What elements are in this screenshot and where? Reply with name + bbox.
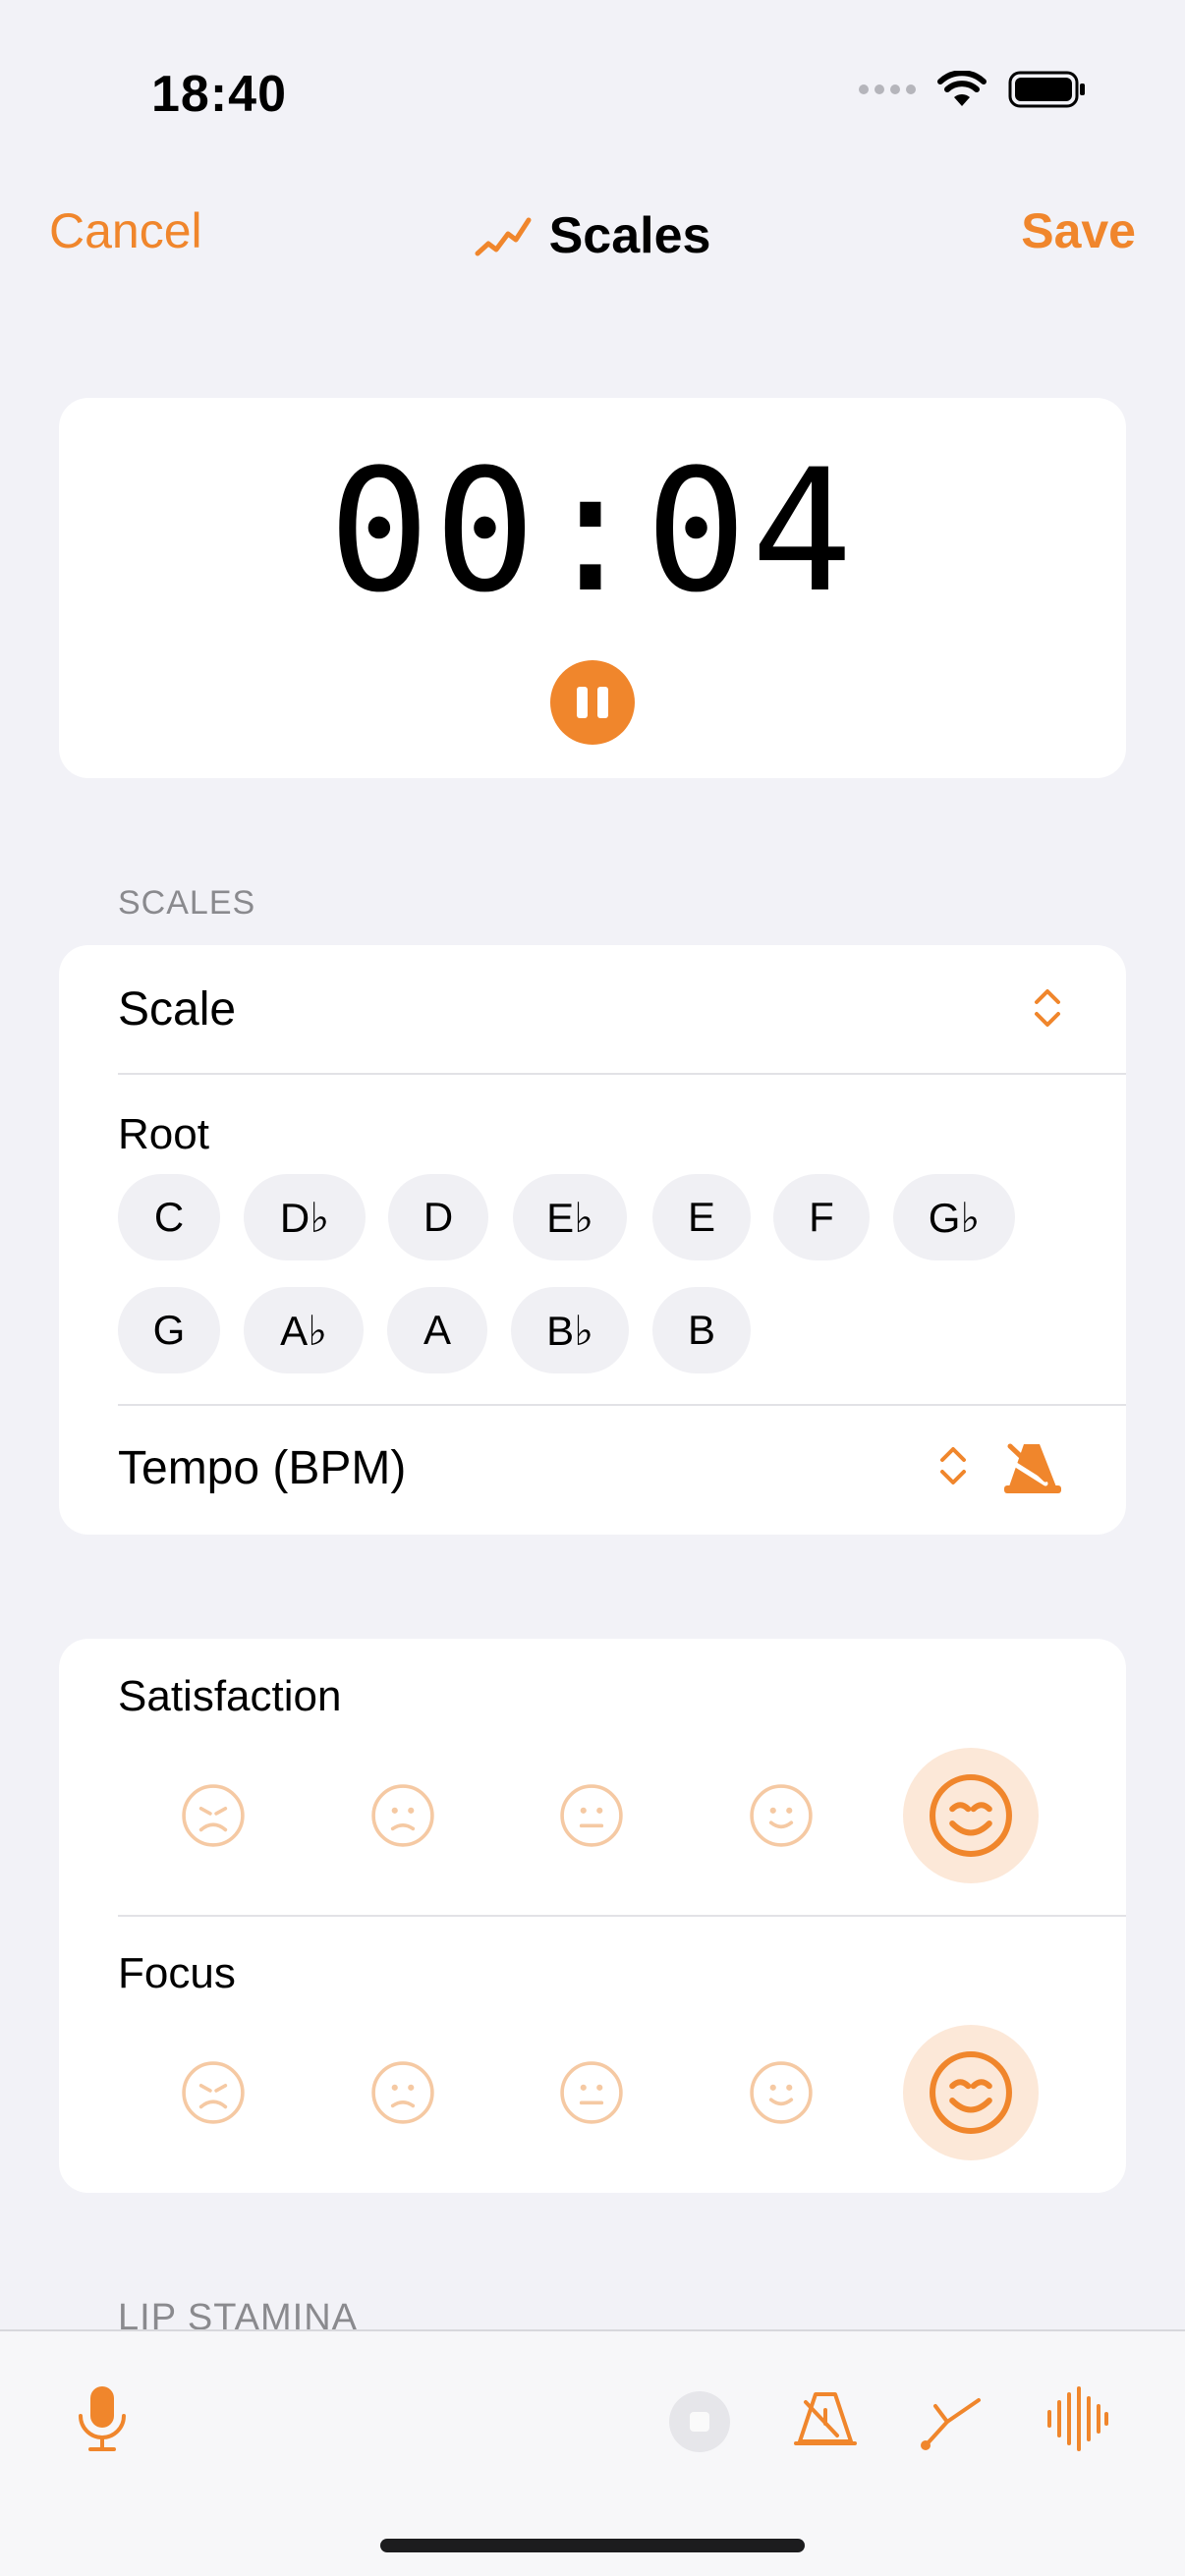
save-button[interactable]: Save xyxy=(1021,202,1136,259)
divider xyxy=(118,1404,1126,1406)
satisfaction-angry-face-icon[interactable] xyxy=(145,1748,281,1883)
home-indicator xyxy=(380,2539,805,2552)
battery-icon xyxy=(1008,71,1085,108)
status-time: 18:40 xyxy=(151,66,287,123)
focus-angry-face-icon[interactable] xyxy=(145,2025,281,2160)
divider xyxy=(118,1073,1126,1075)
chevron-up-down-icon[interactable] xyxy=(935,1442,971,1489)
section-header-scales: SCALES xyxy=(118,884,256,922)
focus-frown-face-icon[interactable] xyxy=(335,2025,471,2160)
wifi-icon xyxy=(937,71,987,106)
status-icons xyxy=(859,71,1087,108)
timer-display: 00:04 xyxy=(328,432,857,630)
satisfaction-label: Satisfaction xyxy=(118,1672,342,1720)
nav-title: Scales xyxy=(0,206,1185,265)
cellular-signal-icon xyxy=(859,84,916,94)
root-chip-bb[interactable]: B♭ xyxy=(511,1287,629,1373)
root-chip-e[interactable]: E xyxy=(652,1174,751,1260)
root-chip-d[interactable]: D xyxy=(388,1174,488,1260)
tempo-label[interactable]: Tempo (BPM) xyxy=(118,1441,406,1495)
chart-line-icon xyxy=(475,217,532,256)
pause-icon xyxy=(577,687,588,718)
focus-happy-face-icon[interactable] xyxy=(903,2025,1039,2160)
mood-card: Satisfaction Focus xyxy=(59,1639,1126,2193)
focus-smile-face-icon[interactable] xyxy=(713,2025,849,2160)
root-chip-db[interactable]: D♭ xyxy=(244,1174,366,1260)
scales-card: Scale Root C D♭ D E♭ E F G♭ G A♭ A B♭ B … xyxy=(59,945,1126,1535)
focus-neutral-face-icon[interactable] xyxy=(524,2025,659,2160)
microphone-icon[interactable] xyxy=(75,2384,130,2453)
record-stop-icon[interactable] xyxy=(668,2390,731,2453)
satisfaction-neutral-face-icon[interactable] xyxy=(524,1748,659,1883)
satisfaction-frown-face-icon[interactable] xyxy=(335,1748,471,1883)
satisfaction-happy-face-icon[interactable] xyxy=(903,1748,1039,1883)
root-chip-gb[interactable]: G♭ xyxy=(893,1174,1015,1260)
timer-card: 00:04 xyxy=(59,398,1126,778)
divider xyxy=(118,1915,1126,1917)
root-chip-ab[interactable]: A♭ xyxy=(244,1287,364,1373)
page-title: Scales xyxy=(548,207,711,264)
pause-button[interactable] xyxy=(550,660,635,745)
root-chip-eb[interactable]: E♭ xyxy=(513,1174,627,1260)
root-chip-f[interactable]: F xyxy=(773,1174,870,1260)
root-chip-c[interactable]: C xyxy=(118,1174,220,1260)
scale-picker-label[interactable]: Scale xyxy=(118,982,236,1036)
metronome-icon[interactable] xyxy=(1000,1436,1065,1495)
root-chip-b[interactable]: B xyxy=(652,1287,751,1373)
root-label: Root xyxy=(118,1110,209,1158)
chevron-up-down-icon[interactable] xyxy=(1030,984,1065,1032)
satisfaction-smile-face-icon[interactable] xyxy=(713,1748,849,1883)
waveform-icon[interactable] xyxy=(1045,2386,1108,2451)
root-chip-a[interactable]: A xyxy=(387,1287,487,1373)
focus-label: Focus xyxy=(118,1949,236,1997)
root-chip-g[interactable]: G xyxy=(118,1287,220,1373)
metronome-icon[interactable] xyxy=(792,2384,859,2449)
tuning-fork-icon[interactable] xyxy=(918,2386,985,2453)
